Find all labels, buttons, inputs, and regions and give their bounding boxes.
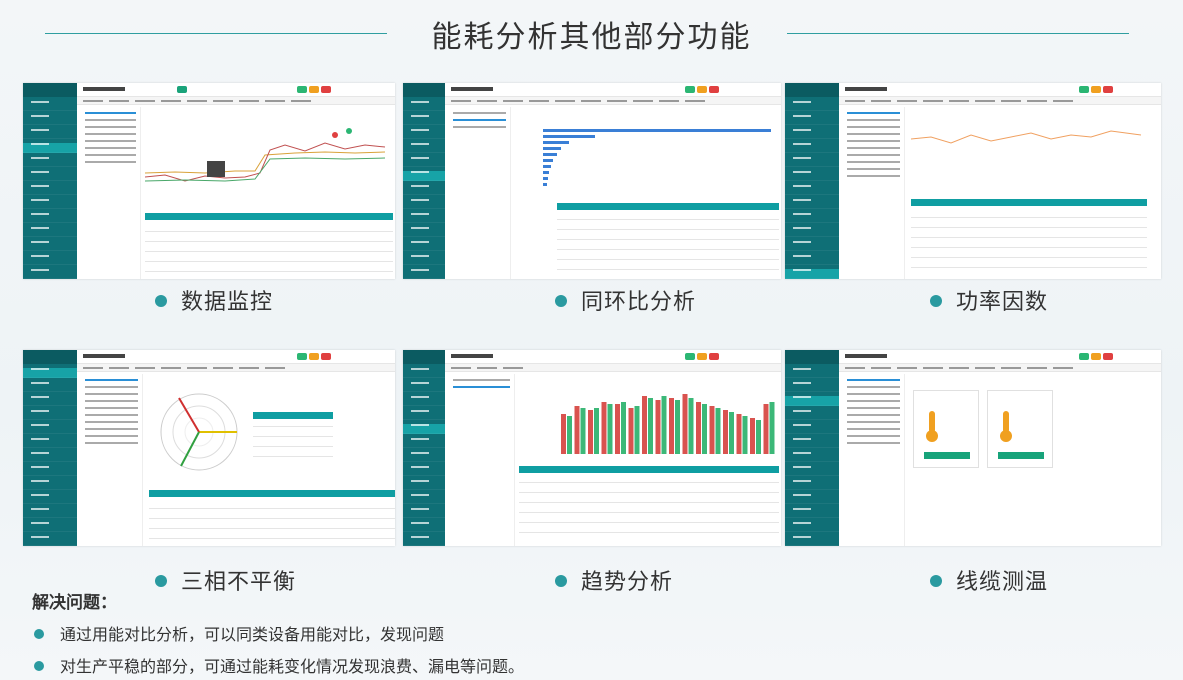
- sidebar: [403, 350, 445, 546]
- screenshot-three-phase-imbalance[interactable]: [23, 350, 395, 546]
- caption-yoy-mom: 同环比分析: [555, 284, 696, 316]
- solve-item: 对生产平稳的部分，可通过能耗变化情况发现浪费、漏电等问题。: [34, 653, 524, 677]
- screenshot-trend-analysis[interactable]: [403, 350, 781, 546]
- trend-bar: [628, 408, 634, 454]
- trend-bar: [594, 408, 599, 454]
- sensor-card[interactable]: [987, 390, 1053, 468]
- trend-bar: [669, 398, 674, 454]
- screenshot-yoy-mom-analysis[interactable]: [403, 83, 781, 279]
- thermometer-icon: [926, 411, 938, 442]
- caption-data-monitoring: 数据监控: [155, 284, 273, 316]
- trend-bar: [682, 394, 688, 454]
- sidebar: [785, 83, 839, 279]
- trend-bar: [621, 402, 626, 454]
- trend-bar: [769, 402, 775, 454]
- sidebar: [23, 350, 77, 546]
- trend-bar: [723, 410, 728, 454]
- trend-bar: [580, 408, 586, 454]
- trend-bar: [648, 398, 653, 454]
- trend-bar: [607, 404, 613, 454]
- trend-bar: [588, 410, 593, 454]
- trend-bar: [601, 402, 607, 454]
- trend-bar: [709, 406, 715, 454]
- trend-bar: [634, 406, 640, 454]
- trend-bar: [715, 408, 721, 454]
- trend-bar: [675, 400, 680, 454]
- phasor-diagram: [160, 393, 238, 471]
- trend-bar: [615, 404, 620, 454]
- trend-bar: [655, 400, 661, 454]
- trend-bar: [750, 418, 755, 454]
- trend-bar: [756, 420, 761, 454]
- power-factor-line-chart: [911, 130, 1142, 144]
- trend-bar: [574, 406, 580, 454]
- trend-bar: [567, 416, 572, 454]
- trend-bar: [742, 416, 748, 454]
- bullet-dot: [930, 575, 942, 587]
- caption-trend: 趋势分析: [555, 564, 673, 596]
- trend-bar: [763, 404, 769, 454]
- sensor-card[interactable]: [913, 390, 979, 468]
- ranking-bar-chart: [543, 129, 771, 186]
- trend-bar: [736, 414, 742, 454]
- trend-bar: [696, 402, 701, 454]
- bullet-dot: [555, 295, 567, 307]
- screenshot-power-factor[interactable]: [785, 83, 1161, 279]
- bullet-dot: [155, 295, 167, 307]
- caption-power-factor: 功率因数: [930, 284, 1048, 316]
- caption-cable-temp: 线缆测温: [930, 564, 1048, 596]
- trend-bar: [661, 396, 667, 454]
- trend-bar: [561, 414, 566, 454]
- sidebar: [23, 83, 77, 279]
- trend-bar: [729, 412, 734, 454]
- trend-bar: [702, 404, 707, 454]
- title-bar: 能耗分析其他部分功能: [0, 0, 1183, 70]
- thermometer-icon: [1000, 411, 1012, 442]
- page-title: 能耗分析其他部分功能: [431, 20, 752, 55]
- sidebar: [785, 350, 839, 546]
- bullet-dot: [155, 575, 167, 587]
- monitor-line-chart: [145, 128, 386, 182]
- bullet-dot: [34, 661, 44, 671]
- bullet-dot: [34, 629, 44, 639]
- sidebar: [403, 83, 445, 279]
- caption-three-phase: 三相不平衡: [155, 564, 296, 596]
- trend-bar: [688, 398, 694, 454]
- screenshot-data-monitoring[interactable]: [23, 83, 395, 279]
- trend-bar: [642, 396, 647, 454]
- bullet-dot: [930, 295, 942, 307]
- title-divider-right: [787, 33, 1129, 34]
- bullet-dot: [555, 575, 567, 587]
- solve-item: 通过用能对比分析，可以同类设备用能对比，发现问题: [34, 621, 444, 645]
- trend-bar-chart: [561, 394, 775, 454]
- screenshot-cable-temperature[interactable]: [785, 350, 1161, 546]
- solve-title: 解决问题：: [32, 593, 117, 613]
